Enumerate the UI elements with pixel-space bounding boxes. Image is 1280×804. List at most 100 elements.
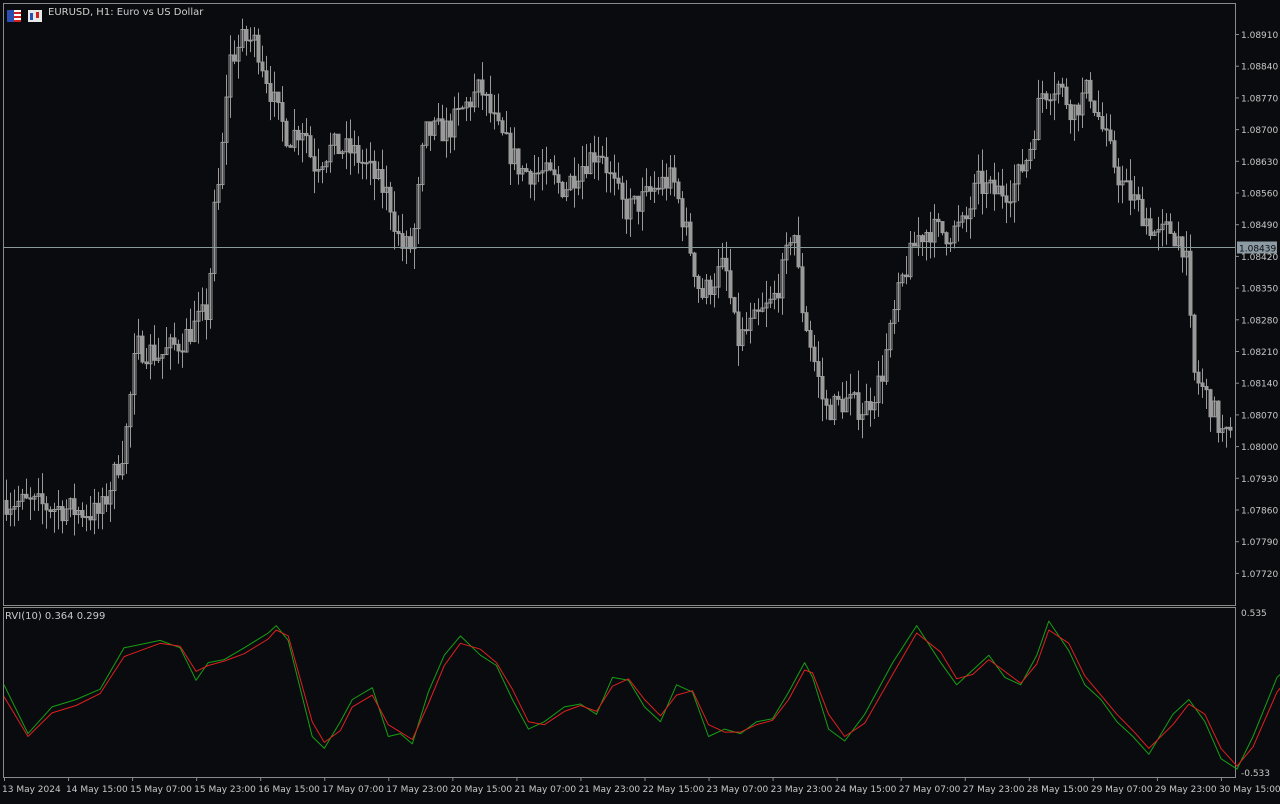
candle-body	[296, 129, 301, 141]
candle-body	[1168, 221, 1173, 234]
candle-body	[388, 186, 393, 213]
candle-body	[304, 132, 309, 137]
candle-body	[48, 509, 53, 513]
candle-body	[392, 211, 397, 232]
candle-body	[796, 235, 801, 268]
candle-body	[904, 274, 909, 278]
candle-body	[244, 29, 249, 42]
time-tick-label: 21 May 07:00	[514, 785, 576, 795]
candle-body	[696, 275, 701, 290]
candle-body	[828, 404, 833, 421]
candle-body	[524, 168, 529, 172]
price-tick-label: 1.08910	[1241, 31, 1278, 41]
candle-body	[1128, 180, 1133, 201]
candle-body	[1200, 382, 1205, 388]
price-tick-label: 1.08840	[1241, 63, 1278, 73]
candle-body	[944, 232, 949, 245]
rvi-line	[3, 620, 1280, 770]
candle-body	[1060, 83, 1065, 88]
candle-body	[656, 187, 661, 190]
trading-chart[interactable]: 1.08910 1.08840 1.08770 1.08700 1.08630 1.085…	[0, 0, 1280, 800]
candle-body	[80, 510, 85, 518]
candle-body	[1180, 236, 1185, 258]
candle-body	[1088, 79, 1093, 102]
candle-body	[88, 516, 93, 521]
candles	[4, 18, 1233, 536]
candle-body	[96, 502, 101, 514]
candle-body	[964, 215, 969, 220]
price-tick-label: 1.07860	[1241, 507, 1278, 517]
candle-body	[592, 152, 597, 163]
candle-body	[1048, 99, 1053, 102]
candle-body	[504, 132, 509, 135]
candle-body	[1124, 180, 1129, 183]
candle-body	[676, 181, 681, 200]
candle-body	[280, 102, 285, 122]
candle-body	[700, 288, 705, 298]
candle-body	[508, 132, 513, 165]
price-tick-label: 1.08350	[1241, 285, 1278, 295]
candle-body	[664, 176, 669, 189]
chart-type-icon	[28, 7, 42, 22]
candle-body	[284, 120, 289, 147]
candle-body	[308, 135, 313, 158]
candle-body	[428, 121, 433, 136]
candle-body	[496, 112, 501, 122]
candle-body	[456, 107, 461, 110]
indicator-top-label: 0.535	[1241, 609, 1267, 619]
candle-body	[516, 148, 521, 175]
candle-body	[1108, 129, 1113, 142]
candle-body	[840, 398, 845, 413]
candle-body	[672, 167, 677, 183]
current-price-label: 1.08439	[1239, 245, 1276, 255]
candle-body	[276, 91, 281, 104]
candle-body	[40, 493, 45, 505]
candle-body	[396, 230, 401, 235]
candle-body	[60, 506, 65, 522]
price-tick-label: 1.08630	[1241, 158, 1278, 168]
candle-body	[24, 493, 29, 499]
time-tick-label: 24 May 15:00	[835, 785, 897, 795]
price-tick-label: 1.07720	[1241, 570, 1278, 580]
price-tick-label: 1.08000	[1241, 443, 1278, 453]
price-tick-label: 1.08280	[1241, 316, 1278, 326]
candle-body	[732, 297, 737, 313]
candle-body	[804, 312, 809, 331]
time-tick-label: 13 May 2024	[2, 785, 61, 795]
candle-body	[1228, 426, 1233, 431]
candle-body	[176, 343, 181, 352]
candle-body	[144, 361, 149, 365]
candle-body	[116, 463, 121, 476]
candle-body	[380, 169, 385, 193]
candle-body	[692, 252, 697, 277]
candle-body	[264, 70, 269, 85]
chart-canvas[interactable]: 1.08910 1.08840 1.08770 1.08700 1.08630 1.085…	[0, 0, 1280, 800]
candle-body	[1076, 104, 1081, 116]
time-tick-label: 29 May 07:00	[1091, 785, 1153, 795]
candle-body	[616, 177, 621, 184]
candle-body	[256, 34, 261, 63]
candle-body	[1104, 128, 1109, 131]
chart-title: EURUSD, H1: Euro vs US Dollar	[48, 7, 204, 18]
candle-body	[336, 133, 341, 155]
price-tick-label: 1.08070	[1241, 411, 1278, 421]
price-tick-label: 1.08210	[1241, 348, 1278, 358]
rvi-signal-line	[3, 629, 1280, 767]
candle-body	[1112, 140, 1117, 168]
candle-body	[980, 170, 985, 195]
candle-body	[948, 242, 953, 245]
candle-body	[548, 162, 553, 171]
candle-body	[1044, 93, 1049, 101]
candle-body	[44, 503, 49, 511]
candle-body	[880, 375, 885, 382]
candle-body	[480, 79, 485, 96]
candle-body	[992, 179, 997, 195]
candle-body	[348, 138, 353, 154]
candle-body	[1004, 195, 1009, 203]
candle-body	[812, 346, 817, 363]
candle-body	[360, 161, 365, 164]
candle-body	[820, 375, 825, 400]
candle-body	[604, 156, 609, 174]
candle-body	[560, 181, 565, 198]
time-tick-label: 29 May 23:00	[1155, 785, 1217, 795]
